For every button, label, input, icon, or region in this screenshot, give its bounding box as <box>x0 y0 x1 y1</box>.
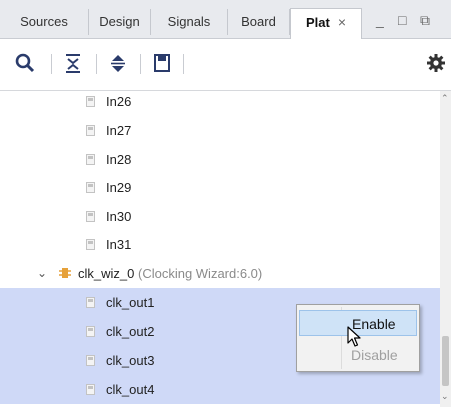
pin-label: In30 <box>106 209 132 224</box>
pin-label: In31 <box>106 237 132 252</box>
tab-label: Plat <box>305 15 330 30</box>
pin-icon <box>86 326 95 337</box>
output-label: clk_out2 <box>106 324 155 339</box>
pin-label: In29 <box>106 180 132 195</box>
vertical-scrollbar[interactable]: ⌃ ⌄ <box>440 91 451 407</box>
group-detail: (Clocking Wizard:6.0) <box>137 266 263 281</box>
collapse-all-icon[interactable] <box>61 51 85 75</box>
tab-design[interactable]: Design <box>89 9 151 35</box>
pin-icon <box>86 96 95 107</box>
scrollbar-thumb[interactable] <box>442 336 449 386</box>
toolbar-separator <box>51 54 52 74</box>
tab-label: Signals <box>167 14 211 29</box>
expand-all-icon[interactable] <box>106 51 130 75</box>
toolbar <box>0 39 451 91</box>
tab-label: Board <box>241 14 276 29</box>
list-item[interactable]: In31 <box>0 230 440 259</box>
tab-label: Sources <box>20 14 68 29</box>
pin-icon <box>86 297 95 308</box>
tab-sources[interactable]: Sources <box>0 9 89 35</box>
pin-icon <box>86 355 95 366</box>
minimize-icon[interactable]: _ <box>376 12 384 28</box>
list-item[interactable]: In27 <box>0 116 440 145</box>
tab-signals[interactable]: Signals <box>151 9 228 35</box>
scroll-up-icon[interactable]: ⌃ <box>441 93 449 104</box>
output-label: clk_out3 <box>106 353 155 368</box>
maximize-icon[interactable]: □ <box>398 12 406 28</box>
list-item[interactable]: In28 <box>0 145 440 174</box>
toolbar-separator <box>96 54 97 74</box>
toolbar-separator <box>140 54 141 74</box>
restore-icon[interactable]: ⧉ <box>420 12 430 29</box>
tab-board[interactable]: Board <box>228 9 290 35</box>
save-icon[interactable] <box>150 51 174 75</box>
tree-group-clk-wiz[interactable]: ⌄ clk_wiz_0 (Clocking Wizard:6.0) <box>0 259 440 288</box>
table-row[interactable]: clk_out4 <box>0 375 440 404</box>
list-item[interactable]: In29 <box>0 173 440 202</box>
tab-platform[interactable]: Plat × <box>290 8 362 39</box>
mouse-cursor-icon <box>347 326 361 347</box>
pin-icon <box>86 211 95 222</box>
output-label: clk_out4 <box>106 382 155 397</box>
tab-label: Design <box>99 14 140 29</box>
search-icon[interactable] <box>13 51 37 75</box>
pin-label: In27 <box>106 123 132 138</box>
pin-label: In28 <box>106 152 132 167</box>
pin-icon <box>86 384 95 395</box>
pin-icon <box>86 154 95 165</box>
pin-label: In26 <box>106 94 132 109</box>
scroll-down-icon[interactable]: ⌄ <box>441 391 449 402</box>
close-icon[interactable]: × <box>338 14 346 30</box>
output-label: clk_out1 <box>106 295 155 310</box>
gear-icon[interactable] <box>424 51 448 75</box>
clock-ip-icon <box>59 268 71 278</box>
pin-icon <box>86 182 95 193</box>
toolbar-separator <box>183 54 184 74</box>
group-name: clk_wiz_0 <box>78 266 135 281</box>
list-item[interactable]: In30 <box>0 202 440 231</box>
list-item[interactable]: In26 <box>0 91 440 116</box>
pin-icon <box>86 239 95 250</box>
chevron-down-icon[interactable]: ⌄ <box>37 259 47 288</box>
panel-tab-bar: Sources Design Signals Board Plat × _ □ ⧉ <box>0 0 451 39</box>
pin-icon <box>86 125 95 136</box>
